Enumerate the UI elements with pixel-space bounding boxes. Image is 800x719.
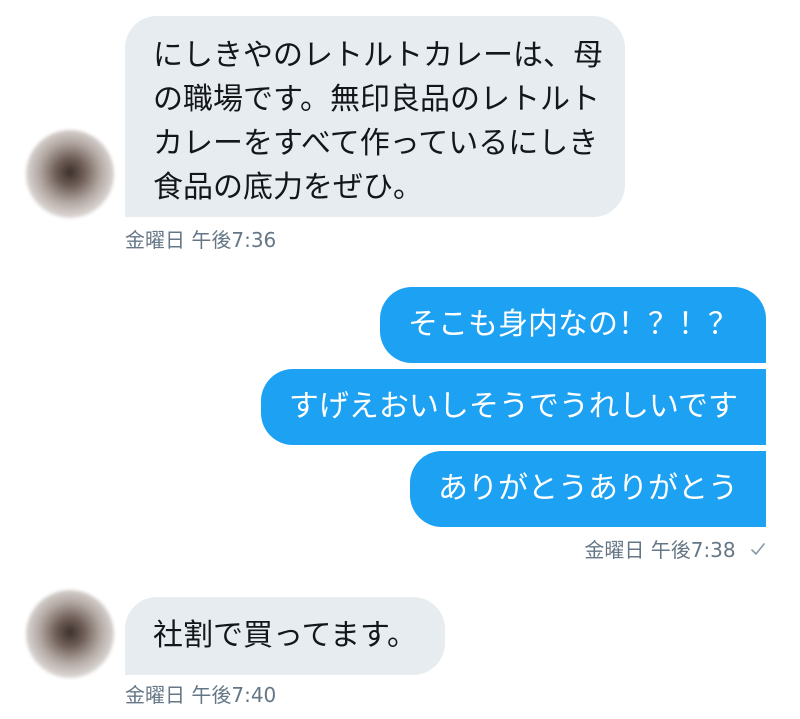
sent-message[interactable]: そこも身内なの！？！？ — [380, 287, 766, 363]
message-line: にしきやのレトルトカレーは、母 — [153, 38, 603, 73]
message-text: すげえおいしそうでうれしいです — [288, 389, 738, 424]
message-timestamp: 金曜日 午後7:36 — [125, 228, 277, 252]
sent-message[interactable]: すげえおいしそうでうれしいです — [260, 369, 766, 445]
message-timestamp: 金曜日 午後7:40 — [125, 683, 277, 707]
check-icon — [750, 538, 766, 562]
message-line: 食品の底力をぜひ。 — [153, 170, 423, 205]
message-text: そこも身内なの！？！？ — [408, 307, 738, 342]
avatar[interactable] — [26, 130, 114, 218]
message-line: の職場です。無印良品のレトルト — [153, 82, 600, 117]
received-message[interactable]: 社割で買ってます。 — [125, 597, 445, 675]
message-line: カレーをすべて作っているにしき — [153, 126, 599, 161]
avatar[interactable] — [26, 590, 114, 678]
message-text: ありがとうありがとう — [438, 471, 738, 506]
received-message[interactable]: にしきやのレトルトカレーは、母 の職場です。無印良品のレトルト カレーをすべて作… — [125, 16, 625, 217]
message-status: 金曜日 午後7:38 — [584, 538, 766, 562]
message-text: 社割で買ってます。 — [153, 618, 417, 653]
sent-message[interactable]: ありがとうありがとう — [410, 451, 766, 527]
message-timestamp: 金曜日 午後7:38 — [584, 538, 736, 562]
